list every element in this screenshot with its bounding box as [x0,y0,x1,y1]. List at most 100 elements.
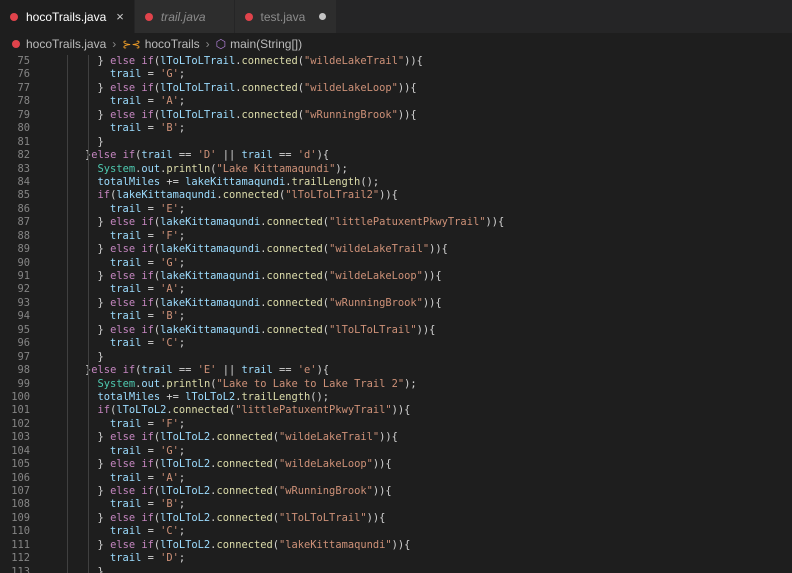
code-line[interactable]: 85 if(lakeKittamaqundi.connected("lToLTo… [0,189,792,202]
code-token: } [97,538,111,551]
line-number: 92 [17,283,30,296]
code-line[interactable]: 93 } else if(lakeKittamaqundi.connected(… [0,297,792,310]
code-line[interactable]: 103 } else if(lToLToL2.connected("wildeL… [0,431,792,444]
code-token: trail [110,122,142,135]
code-line[interactable]: 100 totalMiles += lToLToL2.trailLength()… [0,391,792,404]
code-text: } else if(lToLToL2.connected("wildeLakeT… [30,431,398,444]
code-token: } [97,323,111,336]
code-token: 'B' [160,498,179,511]
breadcrumb-class[interactable]: hocoTrails [145,37,200,51]
code-token: "wRunningBrook" [279,485,373,497]
code-line[interactable]: 78 trail = 'A'; [0,95,792,108]
line-number: 95 [17,323,30,336]
code-line[interactable]: 113 } [0,566,792,573]
code-line[interactable]: 106 trail = 'A'; [0,472,792,485]
code-line[interactable]: 82 }else if(trail == 'D' || trail == 'd'… [0,149,792,162]
breadcrumb-file[interactable]: hocoTrails.java [26,37,106,51]
line-number: 107 [11,485,30,497]
code-line[interactable]: 104 trail = 'G'; [0,445,792,458]
code-line[interactable]: 77 } else if(lToLToLTrail.connected("wil… [0,82,792,95]
error-icon [244,12,253,21]
code-token: out [141,377,161,390]
code-line[interactable]: 112 trail = 'D'; [0,552,792,565]
code-token: "wRunningBrook" [329,296,423,309]
code-line[interactable]: 98 }else if(trail == 'E' || trail == 'e'… [0,364,792,377]
code-token: { [497,216,505,229]
code-line[interactable]: 87 } else if(lakeKittamaqundi.connected(… [0,216,792,229]
code-token: )) [379,189,392,202]
code-line[interactable]: 80 trail = 'B'; [0,122,792,135]
code-token: lToLToLTrail [160,55,236,67]
code-line[interactable]: 95 } else if(lakeKittamaqundi.connected(… [0,324,792,337]
code-token: lakeKittamaqundi [116,189,217,202]
code-token: ); [335,162,348,175]
line-number: 100 [11,390,30,403]
code-token: connected [216,431,273,444]
code-token: == [272,364,298,377]
code-editor[interactable]: 75 } else if(lToLToLTrail.connected("wil… [0,55,792,573]
breadcrumb-method[interactable]: main(String[]) [230,37,302,51]
code-line[interactable]: 92 trail = 'A'; [0,283,792,296]
code-token: "wildeLakeTrail" [279,431,380,444]
code-token: 'B' [160,310,179,323]
code-line[interactable]: 96 trail = 'C'; [0,337,792,350]
code-line[interactable]: 99 System.out.println("Lake to Lake to L… [0,378,792,391]
code-line[interactable]: 107 } else if(lToLToL2.connected("wRunni… [0,485,792,498]
code-token: lToLToLTrail [160,108,236,121]
code-token: println [166,377,211,390]
code-token: 'A' [160,95,179,108]
code-token: if [97,189,111,202]
code-line[interactable]: 75 } else if(lToLToLTrail.connected("wil… [0,55,792,68]
code-line[interactable]: 94 trail = 'B'; [0,310,792,323]
code-token: "lToLToLTrail" [329,323,417,336]
tab-test[interactable]: test.java [234,0,338,33]
chevron-right-icon: › [112,37,117,51]
line-number: 85 [17,189,30,202]
line-number: 109 [11,511,30,524]
code-line[interactable]: 110 trail = 'C'; [0,525,792,538]
code-token: System [97,162,136,175]
code-text: trail = 'B'; [30,310,185,323]
code-token: else if [110,511,154,524]
code-line[interactable]: 111 } else if(lToLToL2.connected("lakeKi… [0,539,792,552]
code-token: = [141,417,161,430]
code-line[interactable]: 76 trail = 'G'; [0,68,792,81]
code-token: else if [110,458,154,471]
code-token: else if [110,538,154,551]
close-icon[interactable]: × [116,9,124,24]
line-number: 104 [11,444,30,457]
code-line[interactable]: 101 if(lToLToL2.connected("littlePatuxen… [0,404,792,417]
indent-guide [67,55,68,573]
code-line[interactable]: 81 } [0,136,792,149]
code-token: "lToLToLTrail2" [285,189,380,202]
code-line[interactable]: 84 totalMiles += lakeKittamaqundi.trailL… [0,176,792,189]
code-token: = [141,525,161,538]
tab-trail[interactable]: trail.java [134,0,235,33]
code-line[interactable]: 86 trail = 'E'; [0,203,792,216]
code-line[interactable]: 79 } else if(lToLToLTrail.connected("wRu… [0,109,792,122]
code-line[interactable]: 83 System.out.println("Lake Kittamaqundi… [0,163,792,176]
code-token: 'C' [160,525,179,538]
code-line[interactable]: 108 trail = 'B'; [0,498,792,511]
code-token: trail [110,68,142,81]
code-token: lToLToL2 [185,390,236,403]
tab-hocotrails[interactable]: hocoTrails.java × [0,0,135,33]
code-line[interactable]: 97 } [0,351,792,364]
code-token: = [141,444,161,457]
code-line[interactable]: 109 } else if(lToLToL2.connected("lToLTo… [0,512,792,525]
code-line[interactable]: 89 } else if(lakeKittamaqundi.connected(… [0,243,792,256]
code-text: trail = 'C'; [30,525,185,538]
tab-label: hocoTrails.java [26,9,107,24]
code-token: "Lake Kittamaqundi" [216,162,336,175]
unsaved-dot-icon[interactable] [319,13,327,20]
code-line[interactable]: 91 } else if(lakeKittamaqundi.connected(… [0,270,792,283]
code-token: else if [110,323,154,336]
code-line[interactable]: 88 trail = 'F'; [0,230,792,243]
code-line[interactable]: 90 trail = 'G'; [0,257,792,270]
code-token: ; [178,256,186,269]
code-token: ; [178,283,186,296]
code-line[interactable]: 102 trail = 'F'; [0,418,792,431]
code-token: = [141,337,161,350]
code-token: = [141,202,161,215]
code-line[interactable]: 105 } else if(lToLToL2.connected("wildeL… [0,458,792,471]
